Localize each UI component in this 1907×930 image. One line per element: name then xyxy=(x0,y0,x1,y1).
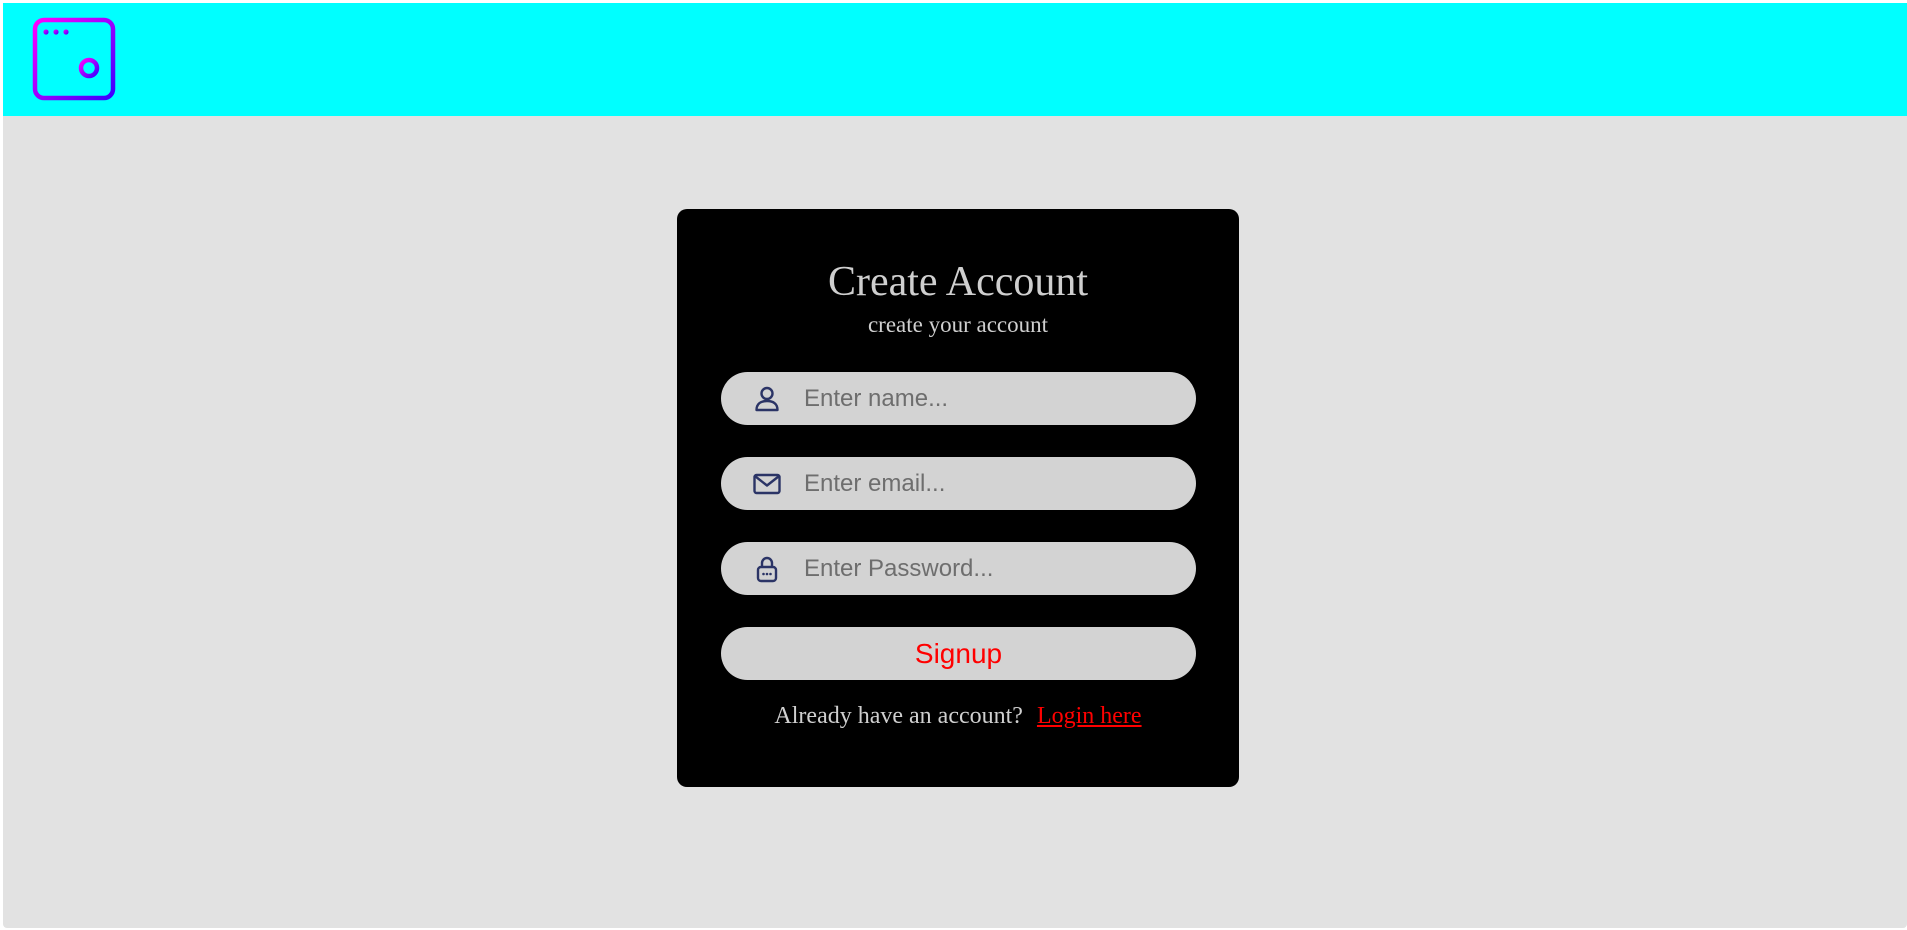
page: Create Account create your account Enter… xyxy=(3,3,1907,928)
top-bar xyxy=(3,3,1907,116)
name-input[interactable] xyxy=(804,372,1174,425)
user-icon xyxy=(752,384,782,414)
email-field-wrapper xyxy=(721,457,1196,510)
form-title: Create Account xyxy=(827,259,1089,305)
name-field-wrapper xyxy=(721,372,1196,425)
email-input[interactable] xyxy=(804,457,1174,510)
login-prompt-text: Already have an account? xyxy=(774,703,1023,729)
browser-key-icon[interactable] xyxy=(32,17,116,101)
lock-icon xyxy=(752,554,782,584)
signup-card: Create Account create your account Enter… xyxy=(677,209,1239,787)
signup-button[interactable]: Signup xyxy=(721,627,1196,680)
password-field-wrapper xyxy=(721,542,1196,595)
login-link[interactable]: Login here xyxy=(1037,703,1142,729)
login-prompt-line: Already have an account? Login here xyxy=(677,701,1239,731)
mail-icon xyxy=(752,469,782,499)
password-input[interactable] xyxy=(804,542,1174,595)
form-subtitle: create your account xyxy=(867,312,1049,337)
